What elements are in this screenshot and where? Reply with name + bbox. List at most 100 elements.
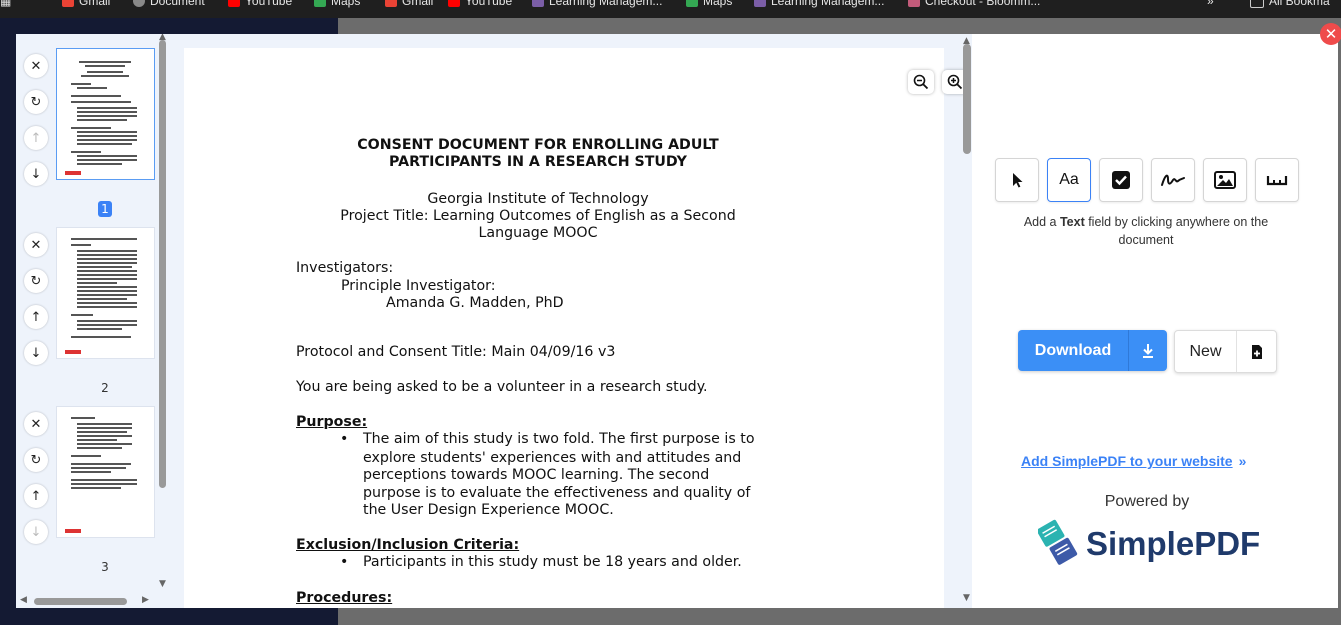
bookmark-label: Learning Managem... — [771, 0, 885, 8]
bookmark-item[interactable]: Maps — [686, 0, 732, 8]
delete-page-button[interactable]: ✕ — [24, 412, 48, 436]
delete-page-button[interactable]: ✕ — [24, 233, 48, 257]
close-icon: ✕ — [30, 237, 42, 253]
document-title: PARTICIPANTS IN A RESEARCH STUDY — [389, 154, 687, 170]
bookmark-label: Learning Managem... — [549, 0, 663, 8]
text-aa-icon: Aa — [1059, 171, 1079, 188]
image-tool-button[interactable] — [1203, 158, 1247, 202]
checkbox-icon — [1112, 171, 1130, 189]
bookmark-item[interactable]: Learning Managem... — [532, 0, 662, 8]
document-page[interactable]: CONSENT DOCUMENT FOR ENROLLING ADULT PAR… — [184, 48, 968, 608]
zoom-out-button[interactable] — [908, 70, 934, 94]
move-page-down-button[interactable]: ↓ — [24, 520, 48, 544]
cursor-icon — [1013, 173, 1023, 188]
bookmark-item[interactable]: YouTube — [448, 0, 512, 8]
bookmarks-bar: ▦ Gmail Document YouTube Maps Gmail YouT… — [0, 0, 1341, 18]
bookmark-item[interactable]: YouTube — [228, 0, 292, 8]
bookmark-item[interactable]: Maps — [314, 0, 360, 8]
move-page-down-button[interactable]: ↓ — [24, 341, 48, 365]
new-document-button[interactable]: New — [1174, 330, 1277, 373]
volunteer-statement: You are being asked to be a volunteer in… — [296, 379, 708, 395]
move-page-down-button[interactable]: ↓ — [24, 162, 48, 186]
thumbnails-horizontal-scrollbar[interactable]: ◀ ▶ — [16, 594, 156, 606]
add-to-website-link[interactable]: Add SimplePDF to your website » — [1021, 453, 1246, 469]
bullet-icon: • — [340, 554, 349, 570]
protocol-line: Protocol and Consent Title: Main 04/09/1… — [296, 344, 616, 360]
close-icon: ✕ — [30, 416, 42, 432]
bookmark-item[interactable]: Gmail — [385, 0, 433, 8]
signature-tool-button[interactable] — [1151, 158, 1195, 202]
new-label: New — [1189, 342, 1222, 360]
close-icon: ✕ — [30, 58, 42, 74]
purpose-text: perceptions towards MOOC learning. The s… — [363, 467, 710, 483]
purpose-text: explore students' experiences with and a… — [363, 450, 742, 466]
hint-tool-name: Text — [1059, 215, 1085, 229]
apps-grid-icon[interactable]: ▦ — [0, 0, 11, 8]
image-icon — [1214, 171, 1236, 189]
rotate-icon: ↻ — [30, 94, 42, 110]
double-chevron-right-icon: » — [1238, 453, 1247, 469]
page-thumbnail[interactable] — [56, 227, 155, 359]
investigators-label: Investigators: — [296, 260, 394, 276]
file-plus-icon — [1237, 344, 1276, 360]
bookmark-item[interactable]: Document — [133, 0, 205, 8]
criteria-heading: Exclusion/Inclusion Criteria: — [296, 537, 520, 553]
bookmark-label: All Bookma — [1269, 0, 1330, 8]
bookmark-label: Document — [150, 0, 205, 8]
bookmark-item[interactable]: All Bookma — [1250, 0, 1330, 8]
delete-page-button[interactable]: ✕ — [24, 54, 48, 78]
principal-investigator-label: Principle Investigator: — [341, 278, 496, 294]
page-thumbnail[interactable] — [56, 48, 155, 180]
rotate-page-button[interactable]: ↻ — [24, 448, 48, 472]
document-vertical-scrollbar[interactable]: ▲ ▼ — [961, 34, 973, 608]
arrow-up-icon: ↑ — [30, 488, 42, 504]
folder-icon — [1250, 0, 1264, 8]
bookmark-item[interactable]: Checkout - Bloomm... — [908, 0, 1040, 8]
close-modal-button[interactable]: ✕ — [1320, 23, 1341, 45]
scroll-down-arrow-icon[interactable]: ▼ — [159, 579, 166, 589]
page-number-label: 2 — [101, 381, 109, 395]
youtube-favicon-icon — [228, 0, 240, 7]
page-thumbnail[interactable] — [56, 406, 155, 538]
tool-panel: Aa Add a Text field by clicking anywhere… — [974, 34, 1326, 608]
simplepdf-logo[interactable]: SimplePDF — [1038, 512, 1260, 576]
checkbox-tool-button[interactable] — [1099, 158, 1143, 202]
rotate-page-button[interactable]: ↻ — [24, 90, 48, 114]
bookmark-label: Gmail — [79, 0, 111, 8]
move-page-up-button[interactable]: ↑ — [24, 305, 48, 329]
youtube-favicon-icon — [448, 0, 460, 7]
bookmark-item[interactable]: Gmail — [62, 0, 110, 8]
thumbnails-vertical-scrollbar[interactable]: ▲ ▼ — [158, 34, 168, 594]
move-page-up-button[interactable]: ↑ — [24, 126, 48, 150]
principal-investigator-name: Amanda G. Madden, PhD — [386, 295, 564, 311]
document-viewport[interactable]: CONSENT DOCUMENT FOR ENROLLING ADULT PAR… — [170, 34, 972, 608]
scroll-left-arrow-icon[interactable]: ◀ — [20, 595, 27, 605]
pdf-editor-modal: ✕ ↻ ↑ ↓ 1 ✕ ↻ ↑ ↓ 2 ✕ ↻ ↑ ↓ 3 ▲ ▼ ◀ ▶ CO… — [16, 34, 1338, 608]
gmail-favicon-icon — [62, 0, 74, 7]
scrollbar-thumb[interactable] — [963, 44, 971, 154]
signature-icon — [1161, 174, 1185, 186]
select-tool-button[interactable] — [995, 158, 1039, 202]
scrollbar-thumb[interactable] — [34, 598, 127, 605]
hint-text: Add a — [1023, 215, 1060, 229]
ruler-tool-button[interactable] — [1255, 158, 1299, 202]
zoom-out-icon — [913, 74, 929, 90]
text-tool-button[interactable]: Aa — [1047, 158, 1091, 202]
bookmark-label: YouTube — [245, 0, 293, 8]
download-button[interactable]: Download — [1018, 330, 1167, 371]
scroll-right-arrow-icon[interactable]: ▶ — [142, 595, 149, 605]
bookmarks-overflow-icon[interactable]: » — [1207, 0, 1214, 8]
link-label: Add SimplePDF to your website — [1021, 453, 1233, 469]
move-page-up-button[interactable]: ↑ — [24, 484, 48, 508]
page-thumbnails-panel: ✕ ↻ ↑ ↓ 1 ✕ ↻ ↑ ↓ 2 ✕ ↻ ↑ ↓ 3 ▲ ▼ ◀ ▶ — [16, 34, 170, 608]
rotate-page-button[interactable]: ↻ — [24, 269, 48, 293]
close-icon: ✕ — [1324, 25, 1338, 43]
arrow-down-icon: ↓ — [30, 166, 42, 182]
bookmark-item[interactable]: Learning Managem... — [754, 0, 884, 8]
purpose-text: the User Design Experience MOOC. — [363, 502, 614, 518]
scrollbar-thumb[interactable] — [159, 40, 166, 488]
bullet-icon: • — [340, 431, 349, 447]
scroll-down-arrow-icon[interactable]: ▼ — [963, 593, 970, 603]
lms-favicon-icon — [532, 0, 544, 7]
procedures-heading: Procedures: — [296, 590, 393, 606]
